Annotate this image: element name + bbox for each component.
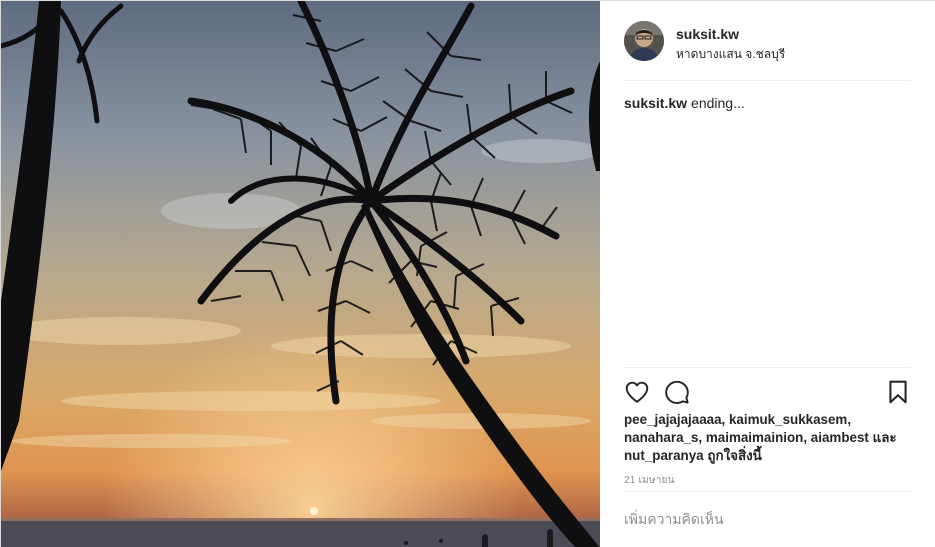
username-link[interactable]: suksit.kw	[676, 26, 739, 42]
post-side-panel: suksit.kw หาดบางแสน จ.ชลบุรี suksit.kw en…	[600, 1, 935, 547]
comment-section	[624, 491, 911, 547]
sunset-palm-image	[1, 1, 600, 547]
save-button[interactable]	[885, 379, 911, 405]
profile-photo	[624, 21, 664, 61]
comment-input[interactable]	[624, 508, 911, 530]
post-modal: suksit.kw หาดบางแสน จ.ชลบุรี suksit.kw en…	[0, 0, 935, 547]
location-link[interactable]: หาดบางแสน จ.ชลบุรี	[676, 45, 785, 64]
liked-by-section[interactable]: pee_jajajajaaaa, kaimuk_sukkasem, nanaha…	[624, 411, 909, 465]
post-timestamp[interactable]: 21 เมษายน	[624, 473, 675, 488]
post-actions	[624, 367, 911, 409]
comment-bubble-icon	[665, 380, 689, 405]
post-header: suksit.kw หาดบางแสน จ.ชลบุรี	[624, 19, 911, 81]
avatar[interactable]	[624, 21, 664, 61]
like-button[interactable]	[624, 379, 650, 405]
post-caption: suksit.kw ending...	[624, 95, 745, 111]
caption-text: ending...	[691, 95, 745, 111]
comment-button[interactable]	[664, 379, 690, 405]
heart-icon	[625, 381, 649, 403]
caption-username[interactable]: suksit.kw	[624, 95, 687, 111]
bookmark-icon	[889, 380, 907, 404]
liked-by-suffix: ถูกใจสิ่งนี้	[707, 448, 762, 463]
post-photo[interactable]	[1, 1, 600, 547]
